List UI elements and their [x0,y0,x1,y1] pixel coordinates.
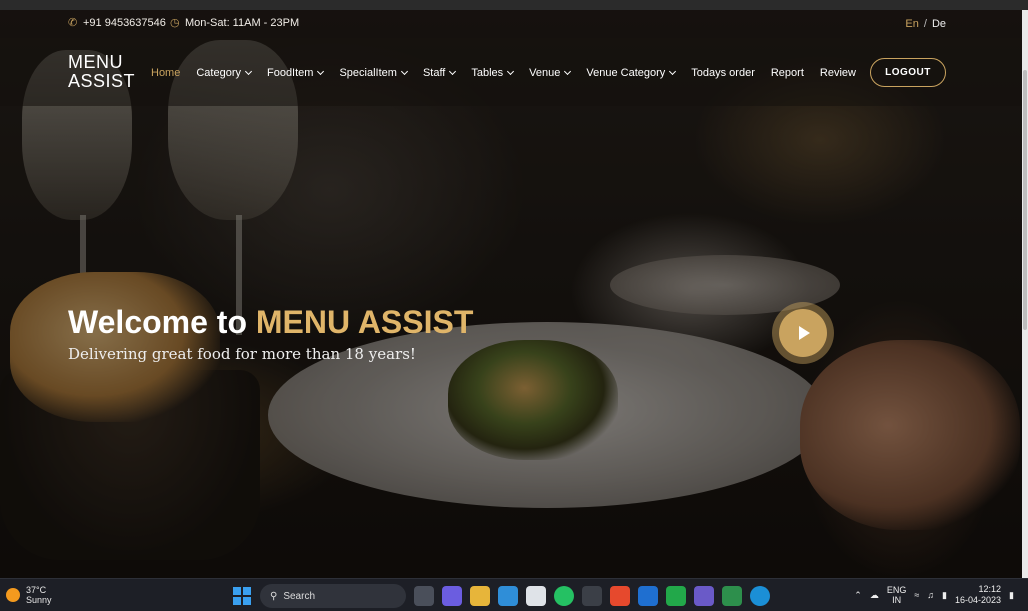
chevron-down-icon [507,67,515,76]
lang-separator: / [923,18,927,30]
wifi-icon[interactable]: ≈ [914,590,919,600]
phone-icon: ✆ [68,16,78,29]
cloud-icon[interactable]: ☁ [870,590,879,601]
nav-item-venue[interactable]: Venue [529,67,572,79]
nav-item-label: FoodItem [266,67,314,79]
visual-studio-icon[interactable] [694,586,714,606]
task-view-icon[interactable] [414,586,434,606]
nav-item-review[interactable]: Review [820,67,856,79]
lang-en-link[interactable]: En [905,18,918,30]
play-button-circle [779,309,827,357]
taskbar-search[interactable]: ⚲ Search [260,584,406,608]
nav-item-todays-order[interactable]: Todays order [691,67,755,79]
opening-hours-text: Mon-Sat: 11AM - 23PM [185,17,300,29]
logo-line-1: MENU [68,52,123,72]
hero-heading: Welcome to MENU ASSIST [68,304,473,341]
windows-start-icon[interactable] [232,586,252,606]
notification-icon[interactable]: ▮ [1009,590,1014,601]
main-navbar: MENU ASSIST Home Category FoodItem SpecialI… [0,38,1022,106]
chat-icon[interactable] [442,586,462,606]
search-icon: ⚲ [270,590,278,602]
chevron-down-icon [317,67,325,76]
nav-item-label: Review [819,67,856,79]
sun-icon [6,588,20,602]
windows-taskbar: 37°C Sunny ⚲ Search ⌃ ☁ ENG IN ≈ ♫ ▮ 12:… [0,578,1028,611]
weather-condition: Sunny [26,595,52,605]
volume-icon[interactable]: ♫ [927,590,934,600]
chevron-down-icon [244,67,253,76]
nav-item-label: Todays order [691,67,755,79]
opening-hours: ◷ Mon-Sat: 11AM - 23PM [170,17,299,29]
scrollbar-thumb[interactable] [1023,70,1027,330]
input-language[interactable]: ENG IN [887,585,907,605]
language-switcher: En / De [905,18,946,30]
chevron-down-icon [564,67,572,76]
nav-item-report[interactable]: Report [771,67,804,79]
logo-line-2: ASSIST [68,71,136,91]
brave-browser-icon[interactable] [610,586,630,606]
clock-time: 12:12 [978,584,1002,594]
weather-temp: 37°C [26,585,47,595]
browser-chrome-strip [0,0,1028,10]
notepad-icon[interactable] [498,586,518,606]
site-logo[interactable]: MENU ASSIST [68,53,135,91]
taskbar-search-label: Search [283,590,316,602]
clock[interactable]: 12:12 16-04-2023 [955,584,1001,606]
clock-date: 16-04-2023 [955,595,1002,605]
nav-item-staff[interactable]: Staff [422,67,457,79]
nav-item-category[interactable]: Category [196,67,253,79]
logout-button[interactable]: LOGOUT [870,58,946,87]
app-diamond-icon[interactable] [666,586,686,606]
chevron-down-icon [449,67,457,76]
chevron-up-icon[interactable]: ⌃ [854,590,862,601]
hero-heading-prefix: Welcome to [68,304,256,340]
edge-browser-icon[interactable] [750,586,770,606]
taskbar-apps: ⚲ Search [232,584,770,608]
lang-de-link[interactable]: De [932,18,946,30]
phone-number: +91 9453637546 [83,17,166,29]
nav-item-label: Report [770,67,804,79]
nav-menu: Home Category FoodItem SpecialItem Staff Tabl… [151,67,856,79]
hero-heading-brand: MENU ASSIST [255,304,474,340]
nav-item-label: SpecialItem [339,67,397,79]
file-explorer-icon[interactable] [470,586,490,606]
weather-text: 37°C Sunny [26,585,52,605]
chevron-down-icon [400,67,408,76]
nav-item-label: Venue Category [586,67,666,79]
nav-item-label: Venue [529,67,561,79]
nav-item-label: Staff [422,67,446,79]
nav-item-label: Category [196,67,241,79]
hero-tagline: Delivering great food for more than 18 y… [68,345,416,363]
input-language-line-2: IN [892,595,902,605]
nav-item-label: Tables [471,67,504,79]
android-studio-icon[interactable] [722,586,742,606]
nav-item-tables[interactable]: Tables [471,67,515,79]
word-icon[interactable] [638,586,658,606]
clock-icon: ◷ [170,16,180,29]
nav-item-venue-category[interactable]: Venue Category [586,67,677,79]
input-language-line-1: ENG [886,585,907,595]
terminal-icon[interactable] [582,586,602,606]
whatsapp-icon[interactable] [554,586,574,606]
nav-item-home[interactable]: Home [151,67,180,79]
page-scrollbar[interactable] [1022,10,1028,578]
system-tray: ⌃ ☁ ENG IN ≈ ♫ ▮ 12:12 16-04-2023 ▮ [854,584,1014,606]
phone-info: ✆ +91 9453637546 [68,17,166,29]
play-icon [799,326,810,340]
battery-icon[interactable]: ▮ [942,590,947,601]
play-video-button[interactable] [772,302,834,364]
chevron-down-icon [669,67,677,76]
contact-bar: ✆ +91 9453637546 ◷ Mon-Sat: 11AM - 23PM … [0,10,1022,38]
calendar-icon[interactable] [526,586,546,606]
nav-item-specialitem[interactable]: SpecialItem [339,67,408,79]
nav-item-fooditem[interactable]: FoodItem [266,67,325,79]
weather-widget[interactable]: 37°C Sunny [6,585,52,605]
nav-item-label: Home [151,67,181,79]
